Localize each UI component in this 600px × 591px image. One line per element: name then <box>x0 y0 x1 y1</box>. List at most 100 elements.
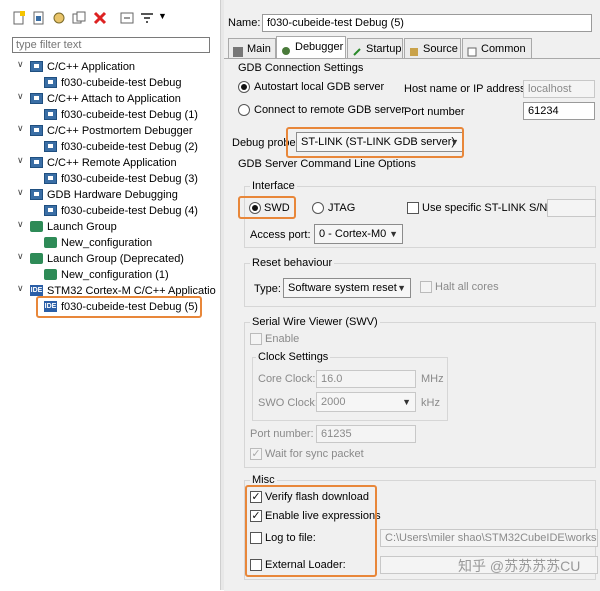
halt-all-label: Halt all cores <box>435 281 499 293</box>
sn-field[interactable] <box>547 199 596 217</box>
watermark: 知乎 @苏苏苏苏CU <box>458 558 581 574</box>
export-icon[interactable] <box>52 11 66 25</box>
name-field[interactable]: f030-cubeide-test Debug (5) <box>262 14 592 32</box>
tree-item[interactable]: C/C++ Attach to Application <box>47 91 181 107</box>
core-clock-field[interactable]: 16.0 <box>316 370 416 388</box>
tree-item[interactable]: f030-cubeide-test Debug (3) <box>61 171 198 187</box>
filter-input[interactable] <box>12 37 210 53</box>
tree-item[interactable]: Launch Group <box>47 219 117 235</box>
swv-enable-label: Enable <box>265 333 300 345</box>
config-type-icon <box>44 77 57 88</box>
view-menu-chevron-icon[interactable]: ▼ <box>158 11 172 25</box>
swv-port-label: Port number: <box>250 428 314 440</box>
tab-startup[interactable]: Startup <box>347 38 403 58</box>
core-clock-label: Core Clock: <box>258 373 316 385</box>
log-path-field[interactable]: C:\Users\miler shao\STM32CubeIDE\workspa <box>380 529 598 547</box>
launch-group-icon <box>30 221 43 232</box>
wait-sync-checkbox[interactable]: ✓ <box>250 448 262 460</box>
swo-clock-select[interactable]: 2000 ▼ <box>316 392 416 412</box>
launch-config-panel: ▼ ∨C/C++ Applicationf030-cubeide-test De… <box>0 0 220 590</box>
expand-chevron-icon[interactable]: ∨ <box>17 219 25 235</box>
swd-highlight <box>238 196 296 219</box>
tab-main[interactable]: Main <box>228 38 276 58</box>
core-clock-unit: MHz <box>421 373 444 385</box>
chevron-down-icon: ▼ <box>397 283 406 293</box>
launch-group-icon <box>30 253 43 264</box>
source-tab-icon <box>409 44 419 56</box>
selected-item-highlight <box>36 296 202 318</box>
swo-clock-label: SWO Clock: <box>258 397 318 409</box>
duplicate-icon[interactable] <box>72 11 86 25</box>
tree-item[interactable]: Launch Group (Deprecated) <box>47 251 184 267</box>
reset-type-select[interactable]: Software system reset ▼ <box>283 278 411 298</box>
tab-common[interactable]: Common <box>462 38 532 58</box>
tab-debugger[interactable]: Debugger <box>276 36 346 58</box>
tab-source[interactable]: Source <box>404 38 461 58</box>
ide-icon: IDE <box>30 285 43 296</box>
expand-chevron-icon[interactable]: ∨ <box>17 283 25 299</box>
config-type-icon <box>44 205 57 216</box>
access-port-label: Access port: <box>250 229 311 241</box>
tree-item[interactable]: C/C++ Remote Application <box>47 155 177 171</box>
config-type-icon <box>30 61 43 72</box>
new-config-icon[interactable] <box>12 11 26 25</box>
swv-port-field[interactable]: 61235 <box>316 425 416 443</box>
tree-item[interactable]: C/C++ Postmortem Debugger <box>47 123 193 139</box>
debugger-tab-icon <box>281 43 291 55</box>
jtag-radio[interactable] <box>312 202 324 214</box>
config-type-icon <box>30 157 43 168</box>
jtag-label: JTAG <box>328 202 356 214</box>
filter-icon[interactable] <box>140 11 154 25</box>
expand-chevron-icon[interactable]: ∨ <box>17 251 25 267</box>
config-type-icon <box>30 189 43 200</box>
use-sn-checkbox[interactable] <box>407 202 419 214</box>
gdb-connection-title: GDB Connection Settings <box>238 62 364 74</box>
collapse-all-icon[interactable] <box>120 11 134 25</box>
port-label: Port number <box>404 106 465 118</box>
tree-item[interactable]: f030-cubeide-test Debug (2) <box>61 139 198 155</box>
expand-chevron-icon[interactable]: ∨ <box>17 155 25 171</box>
tree-item[interactable]: GDB Hardware Debugging <box>47 187 178 203</box>
name-label: Name: <box>228 17 261 29</box>
main-tab-icon <box>233 44 243 57</box>
launch-group-icon <box>44 237 57 248</box>
access-port-select[interactable]: 0 - Cortex-M0 ▼ <box>314 224 403 244</box>
swv-title: Serial Wire Viewer (SWV) <box>250 316 380 328</box>
reset-title: Reset behaviour <box>250 257 335 269</box>
config-type-icon <box>30 125 43 136</box>
new-prototype-icon[interactable] <box>32 11 46 25</box>
gdb-port-field[interactable]: 61234 <box>523 102 595 120</box>
tree-item[interactable]: f030-cubeide-test Debug (1) <box>61 107 198 123</box>
debug-probe-highlight <box>286 127 464 158</box>
swv-enable-checkbox[interactable] <box>250 333 262 345</box>
tree-item[interactable]: f030-cubeide-test Debug <box>61 75 181 91</box>
common-tab-icon <box>467 44 477 57</box>
host-label: Host name or IP address <box>404 83 526 95</box>
tree-item[interactable]: New_configuration (1) <box>61 267 169 283</box>
chevron-down-icon: ▼ <box>389 229 398 239</box>
config-editor: Name: f030-cubeide-test Debug (5) Main D… <box>224 0 600 591</box>
expand-chevron-icon[interactable]: ∨ <box>17 59 25 75</box>
startup-tab-icon <box>352 44 362 56</box>
expand-chevron-icon[interactable]: ∨ <box>17 91 25 107</box>
delete-icon[interactable] <box>93 11 107 25</box>
halt-all-checkbox[interactable] <box>420 281 432 293</box>
autostart-radio[interactable] <box>238 81 250 93</box>
server-options-title: GDB Server Command Line Options <box>238 158 416 170</box>
autostart-label: Autostart local GDB server <box>254 81 385 93</box>
use-sn-label: Use specific ST-LINK S/N <box>422 202 548 214</box>
expand-chevron-icon[interactable]: ∨ <box>17 187 25 203</box>
expand-chevron-icon[interactable]: ∨ <box>17 123 25 139</box>
host-field[interactable]: localhost <box>523 80 595 98</box>
swo-clock-unit: kHz <box>421 397 440 409</box>
tree-item[interactable]: f030-cubeide-test Debug (4) <box>61 203 198 219</box>
tree-item[interactable]: New_configuration <box>61 235 152 251</box>
wait-sync-label: Wait for sync packet <box>265 448 364 460</box>
clock-settings-title: Clock Settings <box>256 351 331 363</box>
chevron-down-icon: ▼ <box>402 397 411 407</box>
config-type-icon <box>30 93 43 104</box>
remote-radio[interactable] <box>238 104 250 116</box>
config-type-icon <box>44 141 57 152</box>
tree-item[interactable]: C/C++ Application <box>47 59 135 75</box>
config-type-icon <box>44 109 57 120</box>
